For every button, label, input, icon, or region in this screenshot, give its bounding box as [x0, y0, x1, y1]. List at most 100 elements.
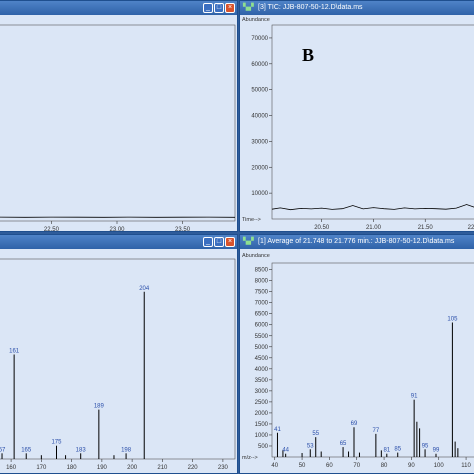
- x-tick-label: 20.50: [314, 225, 330, 231]
- tic-window-right: ▚▞ [3] TIC: JJB-807-50-12.D\data.ms Abun…: [239, 0, 474, 232]
- y-tick-label: 7500: [255, 290, 269, 296]
- x-tick-label: 23.00: [109, 227, 125, 232]
- x-tick-label: 22.50: [44, 227, 60, 232]
- x-tick-label: 190: [97, 465, 108, 471]
- chromatogram-svg: Abundance Time--> 10000 20000 30000 40000 5000…: [242, 17, 474, 231]
- y-tick-label: 500: [258, 444, 269, 450]
- x-tick-label: 80: [381, 463, 388, 469]
- y-axis-label: Abundance: [242, 253, 270, 259]
- y-axis-label: Abundance: [242, 17, 270, 23]
- y-tick-label: 3000: [255, 389, 269, 395]
- peak-label: 53: [307, 443, 314, 449]
- peak-label: 161: [9, 349, 20, 355]
- peak-label: 85: [394, 447, 401, 453]
- peak-label: 91: [411, 394, 418, 400]
- title-bar[interactable]: ▚▞ [1] Average of 21.748 to 21.776 min.:…: [240, 235, 474, 249]
- x-tick-label: 22: [468, 225, 474, 231]
- peak-label: 77: [373, 428, 380, 434]
- y-tick-label: 30000: [251, 139, 268, 145]
- x-tick-label: 90: [408, 463, 415, 469]
- plot-area: [0, 258, 236, 460]
- y-tick-label: 70000: [251, 36, 268, 42]
- title-bar[interactable]: _ □ ×: [0, 1, 237, 15]
- x-tick-label: 40: [271, 463, 278, 469]
- peak-label: 105: [447, 317, 458, 323]
- minimize-button[interactable]: _: [203, 237, 213, 247]
- peak-label: 65: [340, 441, 347, 447]
- y-tick-label: 1000: [255, 433, 269, 439]
- y-tick-label: 4000: [255, 367, 269, 373]
- x-tick-label: 21.50: [418, 225, 434, 231]
- peak-label: 204: [139, 286, 150, 292]
- plot-area: [0, 24, 236, 222]
- maximize-button[interactable]: □: [214, 3, 224, 13]
- x-tick-label: 60: [326, 463, 333, 469]
- x-axis-label: m/z-->: [242, 455, 258, 461]
- chromatogram-svg: 22.50 23.00 23.50: [0, 24, 236, 232]
- chromatogram-plot: Abundance Time--> 10000 20000 30000 40000 5000…: [240, 15, 474, 231]
- peak-label: 165: [21, 447, 32, 453]
- y-tick-label: 40000: [251, 114, 268, 120]
- y-tick-label: 2000: [255, 411, 269, 417]
- x-tick-label: 180: [67, 465, 78, 471]
- y-tick-label: 6000: [255, 323, 269, 329]
- window-controls: _ □ ×: [203, 3, 235, 13]
- title-bar[interactable]: _ □ ×: [0, 235, 237, 249]
- spectrum-window-left: _ □ × 57 161 165 175 183 189 198 204 160 170 180 19…: [0, 234, 238, 474]
- peak-label: 189: [94, 404, 105, 410]
- window-title: [1] Average of 21.748 to 21.776 min.: JJ…: [258, 238, 455, 245]
- window-title: [3] TIC: JJB-807-50-12.D\data.ms: [258, 4, 363, 11]
- x-tick-label: 160: [6, 465, 17, 471]
- x-tick-label: 100: [434, 463, 445, 469]
- x-tick-label: 230: [218, 465, 229, 471]
- x-axis-label: Time-->: [242, 217, 261, 223]
- y-tick-label: 8500: [255, 268, 269, 274]
- peak-label: 198: [121, 447, 132, 453]
- x-tick-label: 210: [157, 465, 168, 471]
- peak-label: 69: [351, 421, 358, 427]
- peak-label: 55: [312, 431, 319, 437]
- x-tick-label: 200: [127, 465, 138, 471]
- peak-label: 183: [76, 447, 87, 453]
- peak-label: 81: [383, 448, 390, 454]
- minimize-button[interactable]: _: [203, 3, 213, 13]
- y-tick-label: 2500: [255, 400, 269, 406]
- spectrum-app-icon: ▚▞: [243, 238, 254, 245]
- x-tick-label: 170: [36, 465, 47, 471]
- window-controls: _ □ ×: [203, 237, 235, 247]
- chromatogram-plot: 22.50 23.00 23.50: [0, 15, 237, 231]
- x-tick-label: 23.50: [175, 227, 191, 232]
- peak-label: 41: [274, 427, 281, 433]
- x-tick-label: 21.00: [366, 225, 382, 231]
- y-tick-label: 5500: [255, 334, 269, 340]
- y-tick-label: 60000: [251, 62, 268, 68]
- spectrum-svg: 57 161 165 175 183 189 198 204 160 170 180 190 200 21…: [0, 258, 236, 471]
- x-tick-label: 50: [299, 463, 306, 469]
- panel-label: B: [302, 45, 315, 65]
- x-tick-label: 220: [188, 465, 199, 471]
- x-tick-label: 70: [353, 463, 360, 469]
- spectrum-plot: Abundance m/z--> 500 1000 1500 2000 2500 3000 35…: [240, 249, 474, 473]
- spectrum-plot: 57 161 165 175 183 189 198 204 160 170 180 190 200 21…: [0, 249, 237, 473]
- peak-label: 57: [0, 447, 6, 453]
- y-tick-label: 1500: [255, 422, 269, 428]
- title-bar[interactable]: ▚▞ [3] TIC: JJB-807-50-12.D\data.ms: [240, 1, 474, 15]
- tic-window-left: _ □ × 22.50 23.00 23.50: [0, 0, 238, 232]
- close-button[interactable]: ×: [225, 3, 235, 13]
- y-tick-label: 6500: [255, 312, 269, 318]
- y-tick-label: 5000: [255, 345, 269, 351]
- y-tick-label: 3500: [255, 378, 269, 384]
- y-tick-label: 50000: [251, 88, 268, 94]
- peak-label: 44: [282, 448, 289, 454]
- y-tick-label: 4500: [255, 356, 269, 362]
- y-tick-label: 10000: [251, 191, 268, 197]
- peak-label: 99: [433, 448, 440, 454]
- maximize-button[interactable]: □: [214, 237, 224, 247]
- close-button[interactable]: ×: [225, 237, 235, 247]
- y-tick-label: 8000: [255, 279, 269, 285]
- spectrum-svg: Abundance m/z-->500 1000 1500 2000 2500 3000 35…: [242, 253, 474, 469]
- spectrum-window-right: ▚▞ [1] Average of 21.748 to 21.776 min.:…: [239, 234, 474, 474]
- peak-label: 95: [422, 443, 429, 449]
- chromatogram-app-icon: ▚▞: [243, 4, 254, 11]
- peak-label: 175: [51, 440, 62, 446]
